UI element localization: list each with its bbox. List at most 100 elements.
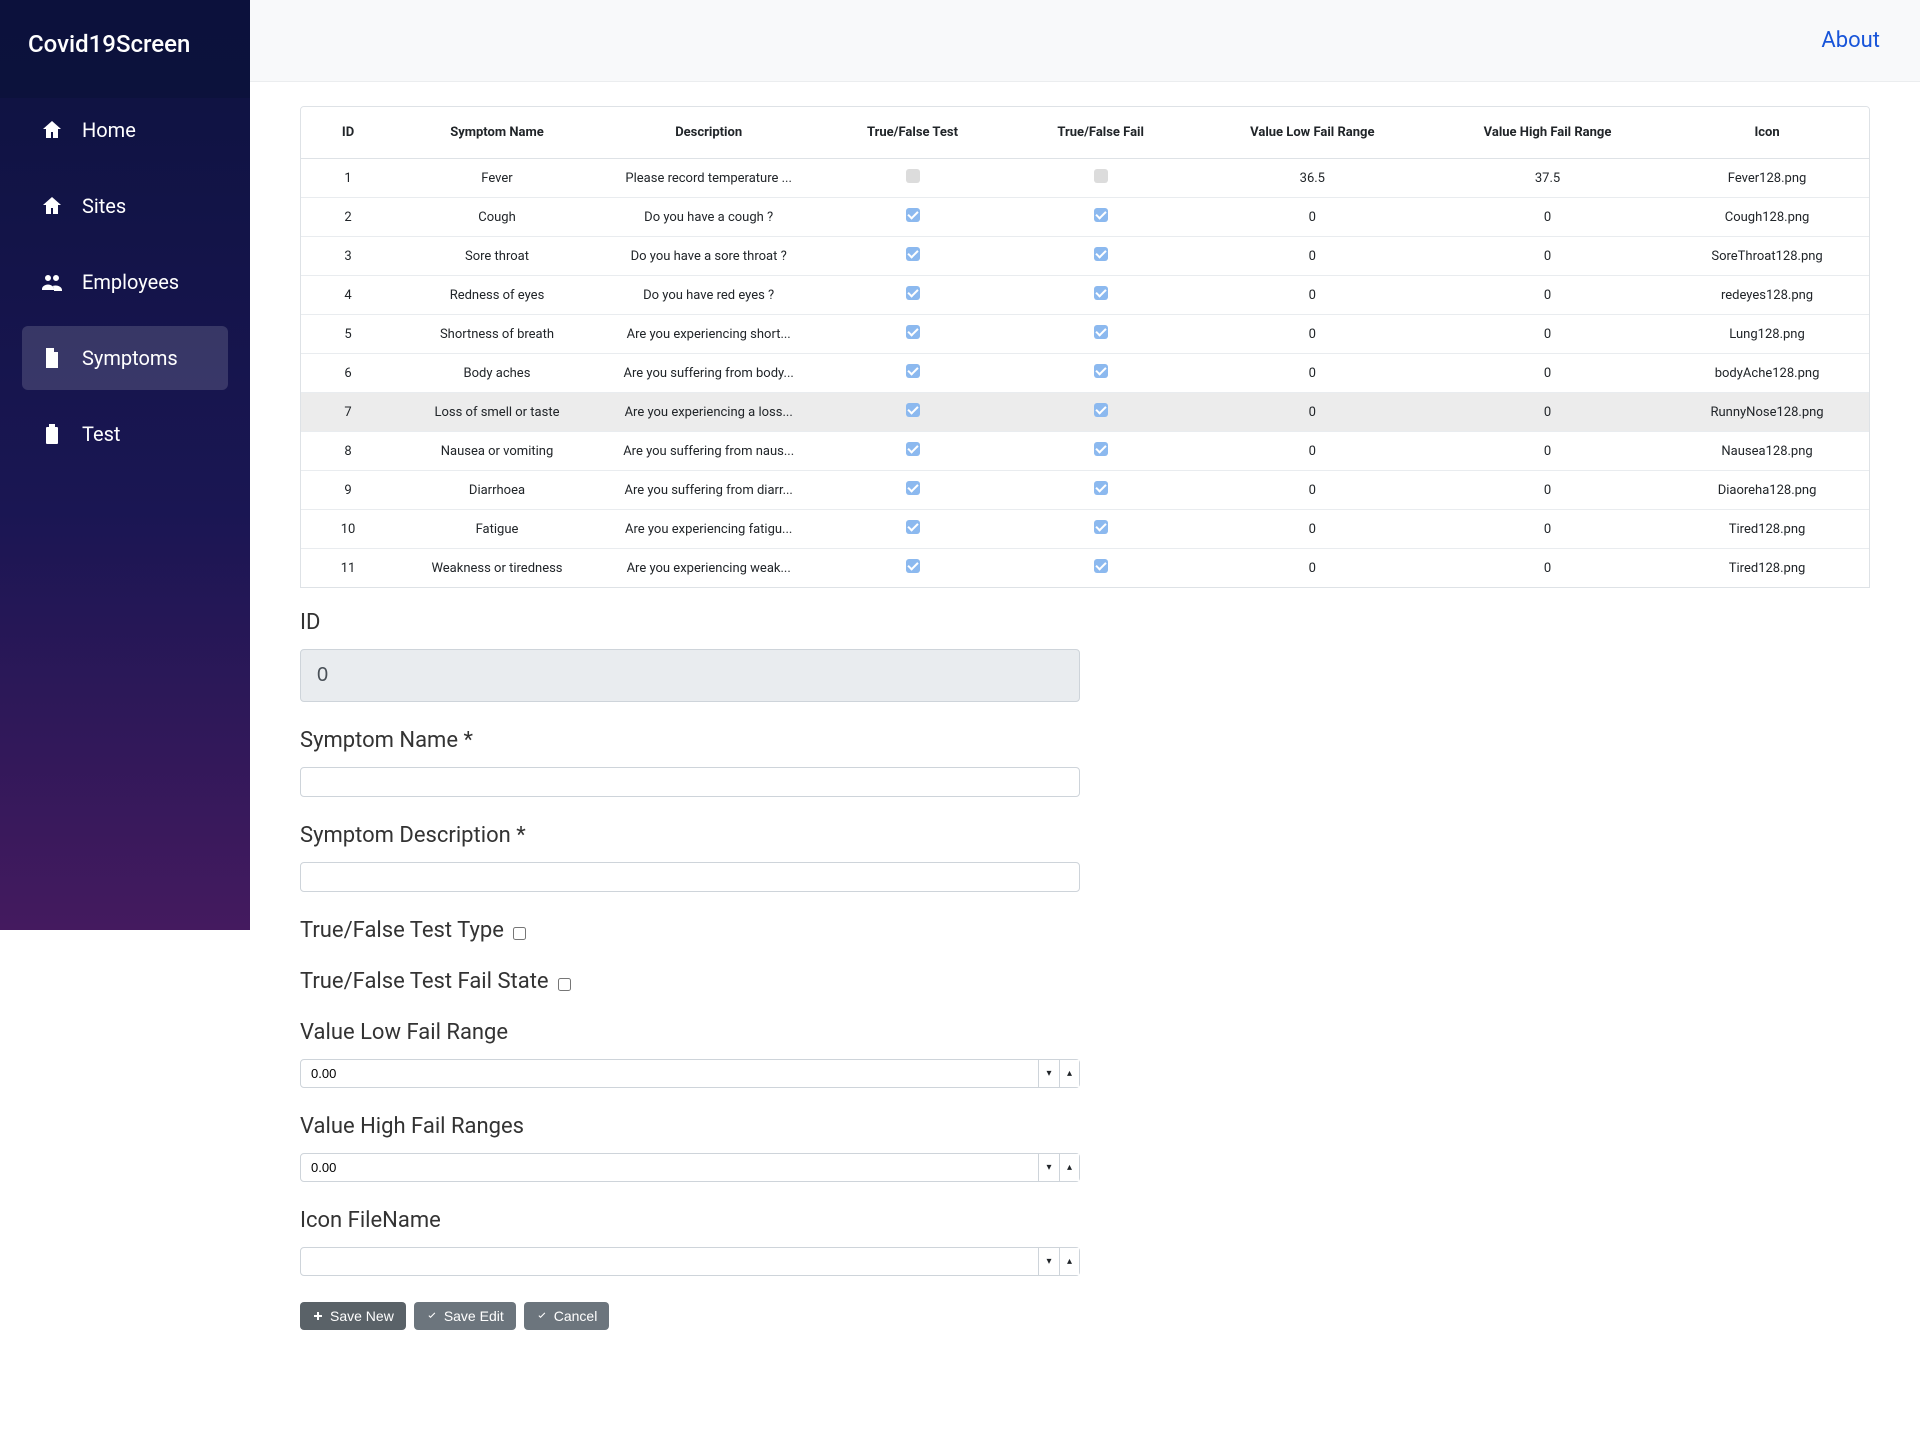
cell-icon: Tired128.png [1665, 549, 1869, 588]
cell-icon: Lung128.png [1665, 315, 1869, 354]
cancel-button[interactable]: Cancel [524, 1302, 610, 1330]
home-icon [40, 118, 64, 142]
cell-desc: Are you experiencing fatigu... [599, 510, 819, 549]
column-header[interactable]: Value Low Fail Range [1195, 107, 1430, 159]
field-iconfile: Icon FileName ▾ ▴ [300, 1208, 1080, 1276]
cell-ff [1007, 159, 1195, 198]
save-new-label: Save New [330, 1308, 394, 1324]
checkmark-icon [1094, 442, 1108, 456]
sidebar-item-home[interactable]: Home [22, 98, 228, 162]
cell-desc: Are you experiencing a loss... [599, 393, 819, 432]
column-header[interactable]: True/False Test [818, 107, 1006, 159]
input-low[interactable] [300, 1059, 1039, 1088]
save-edit-button[interactable]: Save Edit [414, 1302, 516, 1330]
cell-high: 0 [1430, 393, 1665, 432]
cell-icon: Fever128.png [1665, 159, 1869, 198]
column-header[interactable]: Description [599, 107, 819, 159]
table-row[interactable]: 3Sore throatDo you have a sore throat ?0… [301, 237, 1869, 276]
checkbox-tftype[interactable] [513, 927, 526, 940]
input-desc[interactable] [300, 862, 1080, 892]
high-spinner-down[interactable]: ▾ [1039, 1154, 1059, 1181]
column-header[interactable]: Icon [1665, 107, 1869, 159]
checkbox-tffail[interactable] [558, 978, 571, 991]
cell-high: 37.5 [1430, 159, 1665, 198]
cell-name: Nausea or vomiting [395, 432, 599, 471]
cell-low: 0 [1195, 315, 1430, 354]
high-spinner-up[interactable]: ▴ [1059, 1154, 1079, 1181]
cell-id: 1 [301, 159, 395, 198]
column-header[interactable]: Value High Fail Range [1430, 107, 1665, 159]
cell-high: 0 [1430, 198, 1665, 237]
cell-ff [1007, 432, 1195, 471]
save-edit-label: Save Edit [444, 1308, 504, 1324]
sidebar-item-test[interactable]: Test [22, 402, 228, 466]
checkmark-icon [1094, 169, 1108, 183]
cell-ff [1007, 510, 1195, 549]
checkmark-icon [906, 364, 920, 378]
brand-title: Covid19Screen [0, 0, 250, 98]
table-row[interactable]: 1FeverPlease record temperature ...36.53… [301, 159, 1869, 198]
cell-low: 0 [1195, 237, 1430, 276]
cell-low: 0 [1195, 549, 1430, 588]
table-row[interactable]: 6Body achesAre you suffering from body..… [301, 354, 1869, 393]
low-spinner-up[interactable]: ▴ [1059, 1060, 1079, 1087]
cell-name: Fever [395, 159, 599, 198]
cell-ff [1007, 393, 1195, 432]
table-row[interactable]: 5Shortness of breathAre you experiencing… [301, 315, 1869, 354]
symptoms-table-wrap: IDSymptom NameDescriptionTrue/False Test… [300, 106, 1870, 588]
cell-low: 0 [1195, 393, 1430, 432]
column-header[interactable]: True/False Fail [1007, 107, 1195, 159]
cell-high: 0 [1430, 237, 1665, 276]
save-new-button[interactable]: Save New [300, 1302, 406, 1330]
cell-desc: Do you have a sore throat ? [599, 237, 819, 276]
about-link[interactable]: About [1821, 28, 1880, 53]
table-row[interactable]: 7Loss of smell or tasteAre you experienc… [301, 393, 1869, 432]
column-header[interactable]: Symptom Name [395, 107, 599, 159]
field-id: ID [300, 610, 1080, 702]
sidebar-item-symptoms[interactable]: Symptoms [22, 326, 228, 390]
low-spinner-down[interactable]: ▾ [1039, 1060, 1059, 1087]
cell-tf [818, 549, 1006, 588]
cell-high: 0 [1430, 471, 1665, 510]
file-icon [40, 346, 64, 370]
table-row[interactable]: 8Nausea or vomitingAre you suffering fro… [301, 432, 1869, 471]
cell-name: Fatigue [395, 510, 599, 549]
sidebar-item-employees[interactable]: Employees [22, 250, 228, 314]
iconfile-spinner-up[interactable]: ▴ [1059, 1248, 1079, 1275]
table-row[interactable]: 4Redness of eyesDo you have red eyes ?00… [301, 276, 1869, 315]
cell-id: 7 [301, 393, 395, 432]
input-name[interactable] [300, 767, 1080, 797]
symptom-form: ID Symptom Name * Symptom Description * … [300, 610, 1080, 1330]
table-row[interactable]: 11Weakness or tirednessAre you experienc… [301, 549, 1869, 588]
sidebar-item-label: Employees [82, 270, 179, 294]
input-id [300, 649, 1080, 702]
cell-high: 0 [1430, 315, 1665, 354]
check-icon [426, 1310, 438, 1322]
input-iconfile[interactable] [300, 1247, 1039, 1276]
checkmark-icon [1094, 247, 1108, 261]
input-high[interactable] [300, 1153, 1039, 1182]
cell-desc: Are you suffering from body... [599, 354, 819, 393]
checkmark-icon [906, 325, 920, 339]
cell-name: Diarrhoea [395, 471, 599, 510]
form-buttons: Save New Save Edit Cancel [300, 1302, 1080, 1330]
cell-low: 0 [1195, 432, 1430, 471]
cell-high: 0 [1430, 432, 1665, 471]
cell-low: 0 [1195, 471, 1430, 510]
sidebar-item-sites[interactable]: Sites [22, 174, 228, 238]
sidebar-item-label: Home [82, 118, 136, 142]
iconfile-dropdown[interactable]: ▾ [1039, 1248, 1059, 1275]
checkmark-icon [1094, 403, 1108, 417]
label-name: Symptom Name * [300, 728, 1080, 753]
checkmark-icon [906, 247, 920, 261]
cell-tf [818, 159, 1006, 198]
topbar: About [250, 0, 1920, 82]
checkmark-icon [906, 520, 920, 534]
checkmark-icon [1094, 559, 1108, 573]
cell-id: 9 [301, 471, 395, 510]
column-header[interactable]: ID [301, 107, 395, 159]
table-row[interactable]: 2CoughDo you have a cough ?00Cough128.pn… [301, 198, 1869, 237]
table-row[interactable]: 9DiarrhoeaAre you suffering from diarr..… [301, 471, 1869, 510]
cell-high: 0 [1430, 549, 1665, 588]
table-row[interactable]: 10FatigueAre you experiencing fatigu...0… [301, 510, 1869, 549]
